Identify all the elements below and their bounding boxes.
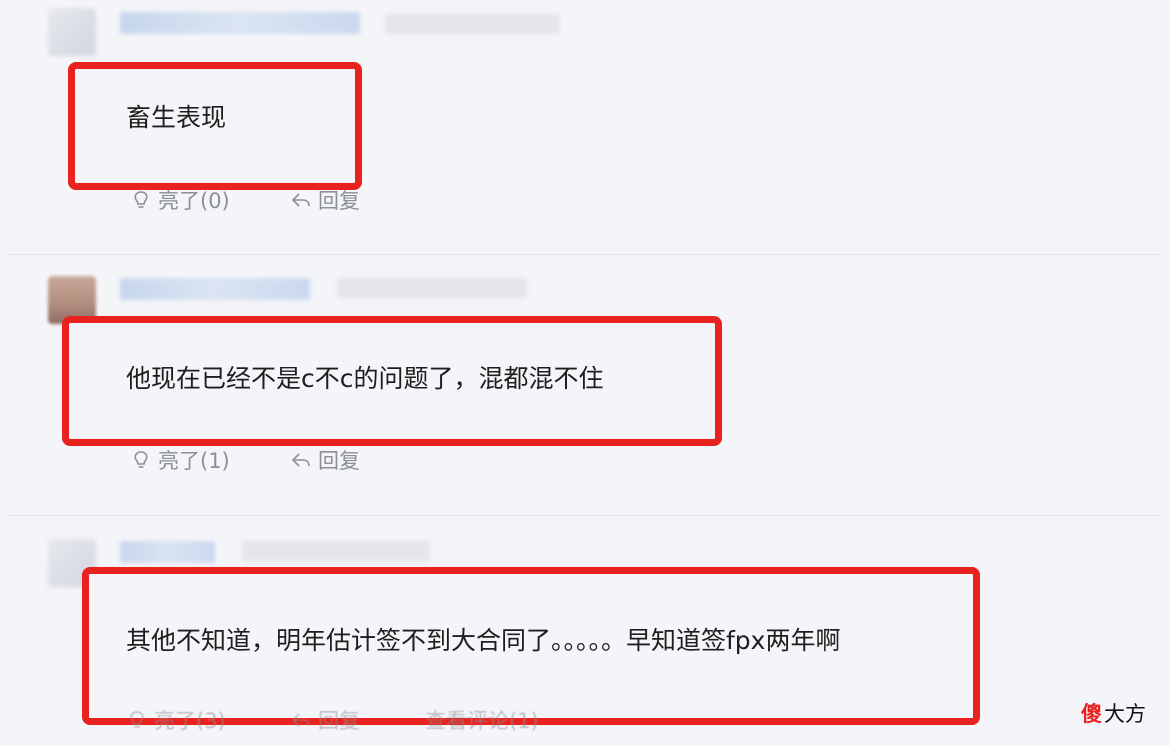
meta-redacted [242, 541, 430, 561]
divider [8, 515, 1162, 516]
reply-label: 回复 [318, 449, 360, 473]
username-redacted [120, 12, 360, 34]
comment-item: 畜生表现 亮了(0) 回复 [0, 0, 1170, 255]
username-redacted [120, 278, 310, 300]
like-button[interactable]: 亮了(3) [126, 705, 226, 735]
view-replies-label: 查看评论(1) [425, 709, 539, 733]
reply-button[interactable]: 回复 [290, 705, 360, 735]
like-button[interactable]: 亮了(0) [130, 185, 230, 215]
reply-label: 回复 [318, 189, 360, 213]
comment-text: 他现在已经不是c不c的问题了，混都混不住 [126, 364, 604, 393]
watermark-brand-rest: 大方 [1104, 702, 1146, 726]
comment-text: 其他不知道，明年估计签不到大合同了。。。。。早知道签fpx两年啊 [126, 626, 841, 655]
reply-arrow-icon [291, 713, 310, 727]
reply-button[interactable]: 回复 [290, 185, 360, 215]
reply-button[interactable]: 回复 [290, 445, 360, 475]
watermark: 傻 大方 [1081, 698, 1146, 728]
meta-redacted [385, 14, 560, 34]
like-bulb-icon [130, 711, 144, 728]
divider [8, 254, 1162, 255]
reply-arrow-icon [291, 193, 310, 207]
like-bulb-icon [134, 191, 148, 208]
avatar[interactable] [48, 8, 96, 56]
comment-text: 畜生表现 [126, 103, 227, 132]
like-label: 亮了(1) [158, 449, 230, 473]
like-bulb-icon [134, 451, 148, 468]
watermark-brand-char: 傻 [1081, 702, 1102, 726]
comment-item: 他现在已经不是c不c的问题了，混都混不住 亮了(1) 回复 [0, 256, 1170, 514]
meta-redacted [337, 278, 527, 298]
like-label: 亮了(3) [154, 709, 226, 733]
comment-item: 其他不知道，明年估计签不到大合同了。。。。。早知道签fpx两年啊 亮了(3) 回… [0, 517, 1170, 746]
like-label: 亮了(0) [158, 189, 230, 213]
reply-arrow-icon [291, 453, 310, 467]
view-replies-link[interactable]: 查看评论(1) [425, 705, 539, 735]
like-button[interactable]: 亮了(1) [130, 445, 230, 475]
reply-label: 回复 [318, 709, 360, 733]
username-redacted [120, 541, 215, 563]
